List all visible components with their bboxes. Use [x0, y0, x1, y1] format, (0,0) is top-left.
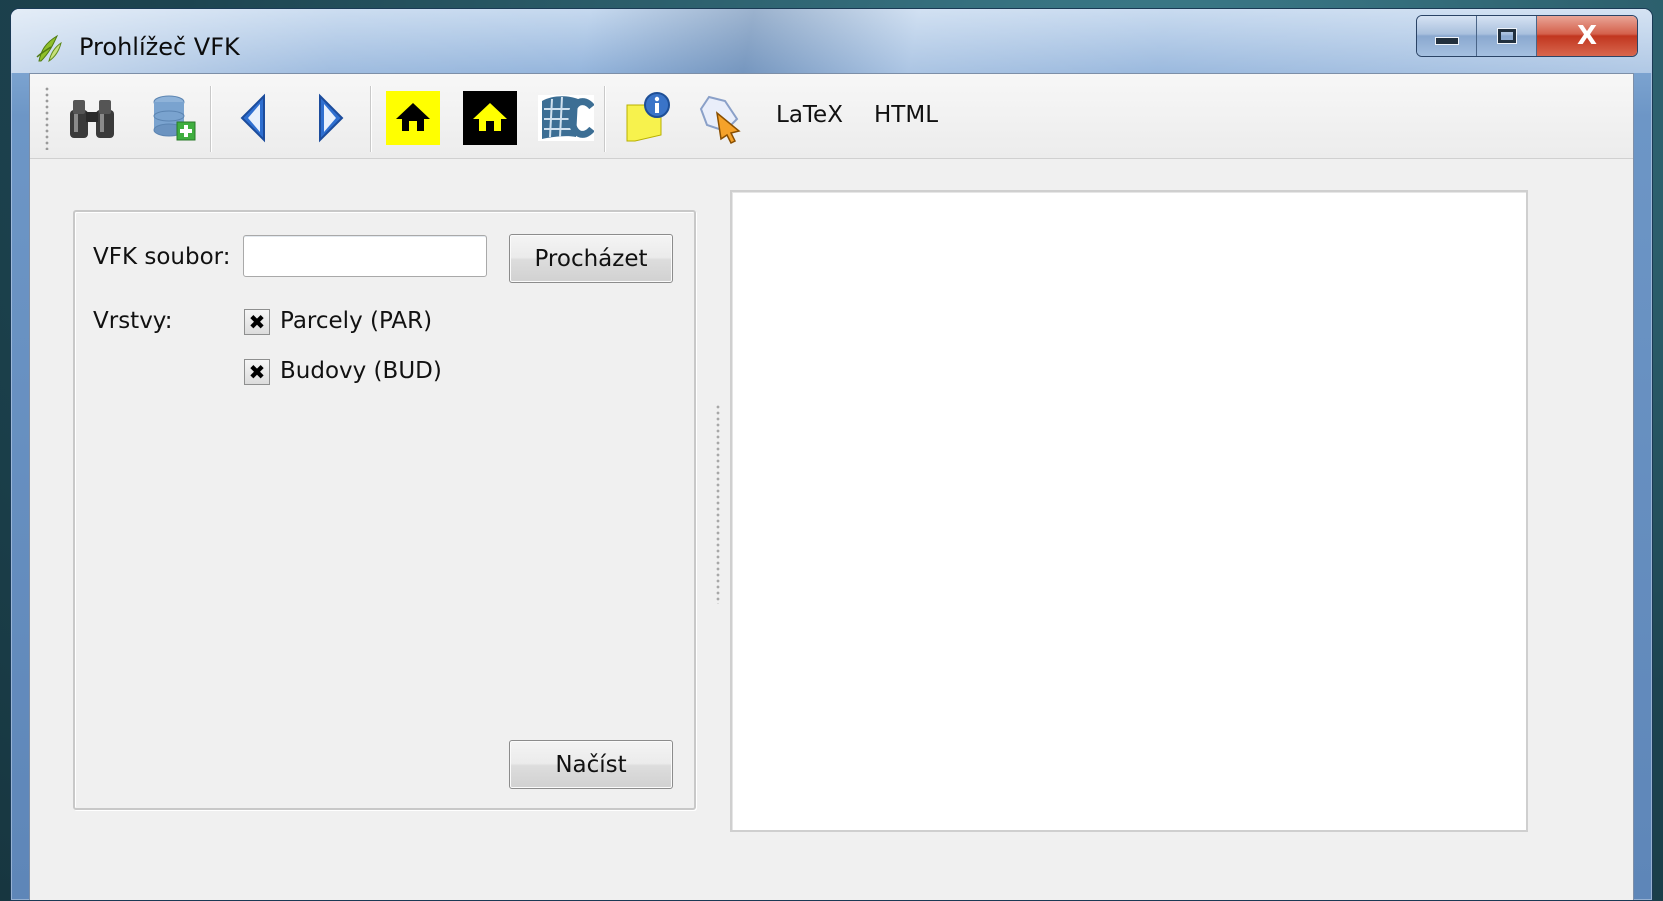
layers-label: Vrstvy:: [93, 308, 173, 334]
arrow-left-icon: [240, 93, 265, 143]
parcely-checkbox-label[interactable]: Parcely (PAR): [280, 308, 432, 334]
title-bar[interactable]: Prohlížeč VFK X: [11, 9, 1652, 73]
qgis-leaf-icon: [36, 34, 62, 63]
splitter-handle[interactable]: [716, 404, 720, 604]
home-icon: [463, 91, 517, 145]
info-note-icon: [626, 92, 670, 142]
window-client-area: LaTeX HTML VFK soubor: Procházet Vrstvy:…: [29, 73, 1634, 900]
select-tool-button[interactable]: [694, 90, 750, 146]
html-button[interactable]: HTML: [874, 102, 938, 128]
toolbar: LaTeX HTML: [30, 74, 1633, 159]
toolbar-separator: [604, 86, 606, 152]
close-button[interactable]: X: [1537, 16, 1637, 56]
latex-button[interactable]: LaTeX: [776, 102, 843, 128]
search-binoculars-button[interactable]: [64, 90, 120, 146]
checkmark-x-icon: ✖: [248, 310, 266, 334]
cuzk-logo-icon: [538, 95, 594, 141]
results-viewer[interactable]: [730, 190, 1528, 832]
forward-button[interactable]: [302, 90, 358, 146]
vfk-file-label: VFK soubor:: [93, 244, 231, 270]
add-database-layer-button[interactable]: [146, 90, 202, 146]
home-yellow-button[interactable]: [385, 90, 441, 146]
toolbar-grip[interactable]: [44, 86, 50, 150]
input-groupbox: [73, 210, 696, 810]
back-button[interactable]: [226, 90, 282, 146]
load-button-label: Načíst: [555, 751, 627, 778]
parcely-checkbox[interactable]: ✖: [244, 309, 270, 335]
cuzk-button[interactable]: [538, 90, 594, 146]
vfk-file-input[interactable]: [243, 235, 487, 277]
budovy-checkbox[interactable]: ✖: [244, 359, 270, 385]
load-button[interactable]: Načíst: [509, 740, 673, 789]
window-title: Prohlížeč VFK: [79, 33, 240, 61]
app-window: Prohlížeč VFK X LaTeX HTML VFK soubor: P…: [10, 8, 1653, 901]
toolbar-separator: [210, 86, 212, 152]
maximize-icon: [1496, 28, 1517, 44]
close-icon: X: [1576, 21, 1598, 51]
budovy-checkbox-label[interactable]: Budovy (BUD): [280, 358, 442, 384]
cursor-select-icon: [699, 95, 741, 145]
home-icon: [386, 91, 440, 145]
checkmark-x-icon: ✖: [248, 360, 266, 384]
minimize-icon: [1434, 37, 1459, 45]
binoculars-icon: [70, 100, 114, 138]
info-note-button[interactable]: [620, 90, 676, 146]
toolbar-separator: [370, 86, 372, 152]
home-black-button[interactable]: [462, 90, 518, 146]
browse-button[interactable]: Procházet: [509, 234, 673, 283]
database-add-icon: [153, 95, 196, 141]
arrow-right-icon: [319, 93, 344, 143]
minimize-button[interactable]: [1417, 16, 1477, 56]
maximize-button[interactable]: [1477, 16, 1537, 56]
browse-button-label: Procházet: [534, 245, 648, 272]
window-controls: X: [1416, 15, 1638, 57]
